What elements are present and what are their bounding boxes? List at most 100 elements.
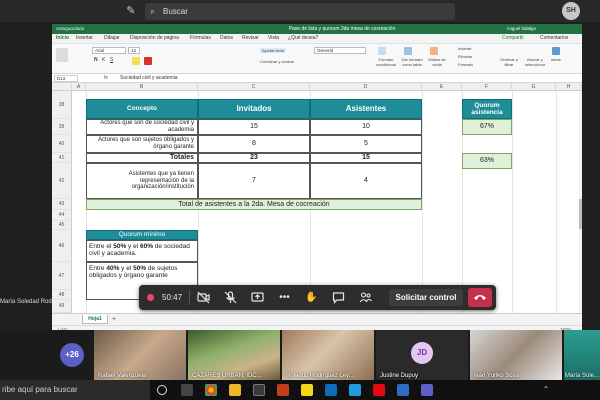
font-size-select[interactable]: 12 — [128, 47, 140, 54]
select-all-corner[interactable] — [52, 83, 72, 91]
cell-totals-attendees[interactable]: 15 — [310, 153, 422, 163]
cell-totals-label[interactable]: Totales — [86, 153, 198, 163]
column-header[interactable]: F — [462, 83, 512, 91]
row-header[interactable]: 43 — [52, 199, 72, 210]
row-header[interactable]: 40 — [52, 135, 72, 153]
sticky-notes-icon[interactable] — [301, 384, 313, 396]
cell-invited-row3[interactable]: 7 — [198, 163, 310, 199]
wrap-text-button[interactable]: Ajustar texto — [260, 48, 287, 53]
more-options-icon[interactable]: ••• — [277, 290, 292, 305]
column-header[interactable]: A — [72, 83, 86, 91]
raise-hand-icon[interactable]: ✋ — [304, 290, 319, 305]
column-header[interactable]: B — [86, 83, 198, 91]
compose-icon[interactable]: ✎ — [124, 4, 138, 18]
number-format-select[interactable]: General — [314, 47, 366, 54]
file-explorer-icon[interactable] — [229, 384, 241, 396]
tab-revisar[interactable]: Revisar — [242, 35, 259, 41]
participant-tile[interactable]: Rolando Rodríguez Ley... — [282, 330, 374, 380]
table-format-icon[interactable] — [404, 47, 412, 55]
row-header[interactable]: 46 — [52, 230, 72, 262]
format-cells-button[interactable]: Formato — [458, 62, 473, 67]
system-tray-icon[interactable]: ⌃ — [540, 384, 552, 396]
sheet-tab-hoja1[interactable]: Hoja1 — [82, 315, 108, 324]
cell-totals-invited[interactable]: 23 — [198, 153, 310, 163]
participant-tile[interactable]: Rafael Valenzuela — [94, 330, 186, 380]
cell-attendees-row3[interactable]: 4 — [310, 163, 422, 199]
row-header[interactable]: 44 — [52, 210, 72, 221]
autosave-label[interactable]: Autoguardado — [56, 24, 84, 34]
header-concepto[interactable]: Concepto — [86, 99, 198, 119]
netflix-icon[interactable] — [373, 384, 385, 396]
cortana-icon[interactable] — [157, 385, 167, 395]
row-header[interactable]: 48 — [52, 290, 72, 300]
task-view-icon[interactable] — [181, 384, 193, 396]
participant-tile[interactable]: CAZARES URBAN, IDC... — [188, 330, 280, 380]
camera-off-icon[interactable] — [196, 290, 211, 305]
excel-user-name[interactable]: miguel hidalgo — [507, 24, 536, 34]
user-avatar[interactable]: SH — [562, 2, 580, 20]
participant-tile[interactable]: María Sole... — [564, 330, 600, 380]
cell-invited-row2[interactable]: 8 — [198, 135, 310, 153]
participants-icon[interactable] — [358, 290, 373, 305]
table-format-button[interactable]: Dar formato como tabla — [399, 57, 425, 67]
chat-icon[interactable] — [331, 290, 346, 305]
fill-color-icon[interactable] — [132, 57, 140, 65]
ideas-icon[interactable] — [552, 47, 560, 55]
participant-tile[interactable]: Iván Yuriko Sosa — [470, 330, 562, 380]
tab-insertar[interactable]: Insertar — [76, 35, 93, 41]
cell-invited-row1[interactable]: 15 — [198, 119, 310, 135]
bold-button[interactable]: N — [94, 57, 98, 63]
font-name-select[interactable]: Arial — [92, 47, 126, 54]
row-header[interactable]: 38 — [52, 91, 72, 119]
conditional-format-icon[interactable] — [378, 47, 386, 55]
find-select-button[interactable]: Buscar y seleccionar — [522, 57, 548, 67]
chrome-icon[interactable] — [205, 384, 217, 396]
teams-search-input[interactable]: Buscar — [145, 3, 455, 20]
taskbar-search-input[interactable]: ribe aquí para buscar — [0, 380, 150, 400]
insert-cells-button[interactable]: Insertar — [458, 46, 472, 51]
column-header[interactable]: G — [512, 83, 556, 91]
more-participants-badge[interactable]: +26 — [60, 343, 84, 367]
tab-datos[interactable]: Datos — [220, 35, 233, 41]
app-icon[interactable] — [253, 384, 265, 396]
column-header[interactable]: H — [556, 83, 582, 91]
share-button[interactable]: Compartir — [502, 35, 524, 41]
add-sheet-button[interactable]: + — [112, 315, 122, 324]
row-header[interactable]: 42 — [52, 163, 72, 199]
cell-concept-row1[interactable]: Actores que son de sociedad civil y acad… — [86, 119, 198, 135]
comments-button[interactable]: Comentarios — [540, 35, 568, 41]
name-box[interactable]: D13 — [54, 75, 78, 82]
tab-formulas[interactable]: Fórmulas — [190, 35, 211, 41]
merge-center-button[interactable]: Combinar y centrar — [260, 59, 294, 64]
header-quorum-asistencia[interactable]: Quorum asistencia — [462, 99, 512, 119]
teams-icon[interactable] — [421, 384, 433, 396]
edge-icon[interactable] — [349, 384, 361, 396]
cell-styles-icon[interactable] — [430, 47, 438, 55]
mic-off-icon[interactable] — [223, 290, 238, 305]
column-header[interactable]: C — [198, 83, 310, 91]
cell-concept-row3[interactable]: Asistentes que ya tienen representación … — [86, 163, 198, 199]
tab-inicio[interactable]: Inicio — [56, 35, 69, 41]
column-header[interactable]: D — [310, 83, 422, 91]
paste-icon[interactable] — [56, 48, 68, 62]
office-icon[interactable] — [277, 384, 289, 396]
header-invitados[interactable]: Invitados — [198, 99, 310, 119]
cell-attendees-row1[interactable]: 10 — [310, 119, 422, 135]
underline-button[interactable]: S — [110, 57, 113, 63]
row-header[interactable]: 49 — [52, 300, 72, 313]
cell-quorum-min-text1[interactable]: Entre el 50% y el 60% de sociedad civil … — [86, 240, 198, 262]
row-header[interactable]: 41 — [52, 153, 72, 163]
tab-disposicion[interactable]: Disposición de página — [130, 35, 179, 41]
request-control-button[interactable]: Solicitar control — [389, 289, 463, 306]
sort-filter-button[interactable]: Ordenar y filtrar — [498, 57, 520, 67]
cell-quorum-value2[interactable]: 63% — [462, 153, 512, 169]
scrollbar-thumb[interactable] — [579, 199, 582, 229]
cell-concept-row2[interactable]: Actores que son sujetos obligados y órga… — [86, 135, 198, 153]
cell-total-footer[interactable]: Total de asistentes a la 2da. Mesa de co… — [86, 199, 422, 210]
word-icon[interactable] — [397, 384, 409, 396]
cell-styles-button[interactable]: Estilos de celda — [426, 57, 448, 67]
row-header[interactable]: 47 — [52, 262, 72, 290]
formula-input[interactable]: Sociedad civil y academia — [120, 74, 178, 83]
share-screen-icon[interactable] — [250, 290, 265, 305]
tab-dibujar[interactable]: Dibujar — [104, 35, 120, 41]
